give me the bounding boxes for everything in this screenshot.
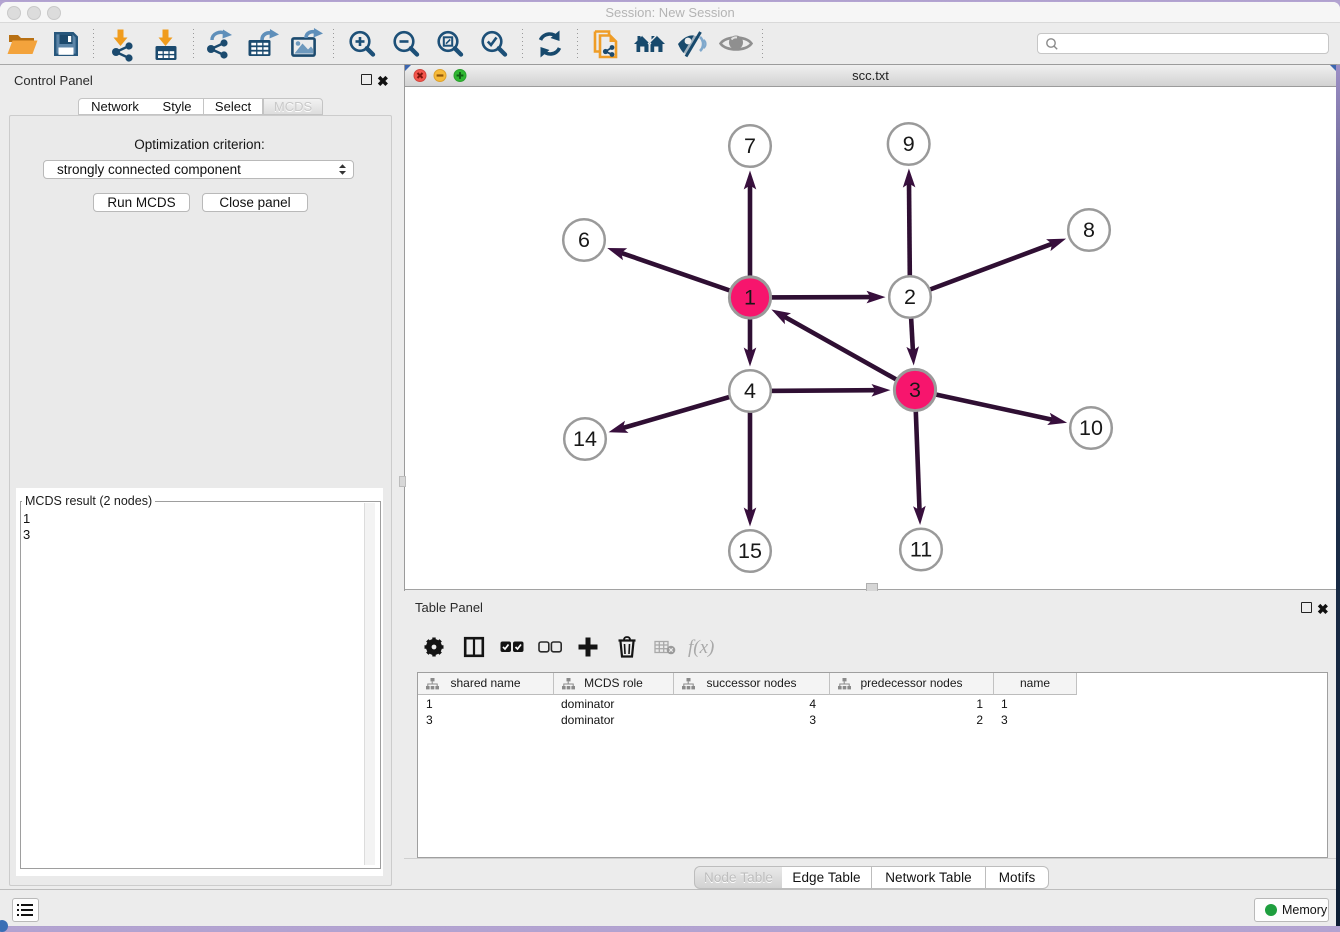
svg-text:14: 14 bbox=[573, 427, 597, 451]
svg-text:4: 4 bbox=[744, 379, 756, 403]
svg-text:9: 9 bbox=[903, 132, 915, 156]
svg-text:2: 2 bbox=[904, 285, 916, 309]
svg-text:15: 15 bbox=[738, 539, 762, 563]
svg-text:3: 3 bbox=[909, 378, 921, 402]
svg-text:8: 8 bbox=[1083, 218, 1095, 242]
svg-text:1: 1 bbox=[744, 286, 756, 310]
svg-text:6: 6 bbox=[578, 228, 590, 252]
svg-text:11: 11 bbox=[910, 538, 932, 562]
svg-text:7: 7 bbox=[744, 134, 756, 158]
svg-text:10: 10 bbox=[1079, 416, 1103, 440]
